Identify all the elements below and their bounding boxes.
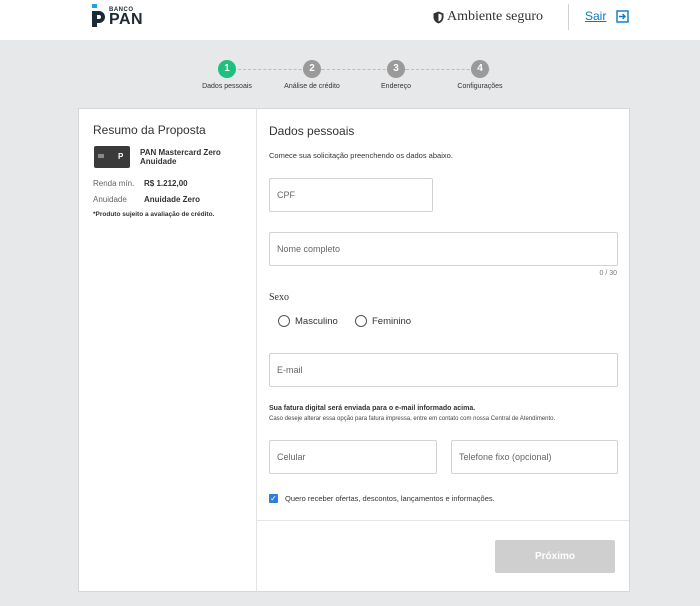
logout-icon[interactable] xyxy=(616,9,630,23)
top-header: BANCO PAN Ambiente seguro Sair xyxy=(0,0,700,40)
card-chip xyxy=(98,154,104,158)
landline-field[interactable] xyxy=(451,440,618,474)
form-subtitle: Comece sua solicitação preenchendo os da… xyxy=(269,151,453,160)
logo-pan-text: PAN xyxy=(109,11,144,28)
radio-label[interactable]: Feminino xyxy=(372,316,411,327)
card-logo-mark: P xyxy=(118,152,124,161)
cpf-field[interactable] xyxy=(269,178,433,212)
name-input[interactable] xyxy=(270,233,617,265)
shield-icon xyxy=(433,11,444,23)
step-label: Configurações xyxy=(457,83,503,90)
next-button[interactable]: Próximo xyxy=(495,540,615,573)
income-value: R$ 1.212,00 xyxy=(144,179,188,188)
invoice-subnote: Caso deseje alterar essa opção para fatu… xyxy=(269,416,556,422)
offers-label[interactable]: Quero receber ofertas, descontos, lançam… xyxy=(285,494,495,503)
invoice-note: Sua fatura digital será enviada para o e… xyxy=(269,405,476,412)
mobile-field[interactable] xyxy=(269,440,437,474)
proposal-summary-panel: Resumo da Proposta P PAN Mastercard Zero… xyxy=(79,109,257,591)
form-title: Dados pessoais xyxy=(269,124,355,138)
radio-circle[interactable] xyxy=(278,315,290,327)
landline-input[interactable] xyxy=(452,441,617,473)
form-divider xyxy=(257,520,629,521)
offers-checkbox[interactable]: ✓ xyxy=(269,494,278,503)
step-configuracoes: 4 Configurações xyxy=(445,60,515,90)
step-analise-credito: 2 Análise de crédito xyxy=(277,60,347,90)
cpf-input[interactable] xyxy=(270,179,432,211)
income-label: Renda mín. xyxy=(93,179,135,188)
step-number: 2 xyxy=(303,60,321,78)
progress-stepper: 1 Dados pessoais 2 Análise de crédito 3 … xyxy=(200,60,510,92)
proposal-card: Resumo da Proposta P PAN Mastercard Zero… xyxy=(78,108,630,592)
step-number: 3 xyxy=(387,60,405,78)
banco-pan-logo[interactable]: BANCO PAN xyxy=(90,2,150,28)
secure-environment-indicator: Ambiente seguro xyxy=(433,9,543,25)
step-dados-pessoais: 1 Dados pessoais xyxy=(192,60,262,90)
card-product-name: PAN Mastercard Zero Anuidade xyxy=(140,148,221,166)
step-label: Dados pessoais xyxy=(202,83,252,90)
mobile-input[interactable] xyxy=(270,441,436,473)
summary-title: Resumo da Proposta xyxy=(93,123,206,137)
fee-label: Anuidade xyxy=(93,195,127,204)
sexo-label: Sexo xyxy=(269,292,289,303)
name-char-counter: 0 / 30 xyxy=(599,270,617,277)
exit-label[interactable]: Sair xyxy=(585,9,606,23)
offers-opt-in[interactable]: ✓ Quero receber ofertas, descontos, lanç… xyxy=(269,494,495,503)
credit-card-icon: P xyxy=(94,146,130,168)
email-field[interactable] xyxy=(269,353,618,387)
exit-button[interactable]: Sair xyxy=(585,9,630,23)
name-field[interactable] xyxy=(269,232,618,266)
step-label: Endereço xyxy=(381,83,411,90)
secure-label: Ambiente seguro xyxy=(447,9,544,24)
step-number: 4 xyxy=(471,60,489,78)
personal-data-form: Dados pessoais Comece sua solicitação pr… xyxy=(257,109,629,591)
credit-note: *Produto sujeito a avaliação de crédito. xyxy=(93,211,215,218)
step-label: Análise de crédito xyxy=(284,83,340,90)
email-input[interactable] xyxy=(270,354,617,386)
radio-label[interactable]: Masculino xyxy=(295,316,338,327)
step-number: 1 xyxy=(218,60,236,78)
header-divider xyxy=(568,4,569,30)
radio-feminino[interactable]: Feminino xyxy=(355,315,411,327)
step-endereco: 3 Endereço xyxy=(361,60,431,90)
fee-value: Anuidade Zero xyxy=(144,195,201,204)
radio-circle[interactable] xyxy=(355,315,367,327)
radio-masculino[interactable]: Masculino xyxy=(278,315,338,327)
